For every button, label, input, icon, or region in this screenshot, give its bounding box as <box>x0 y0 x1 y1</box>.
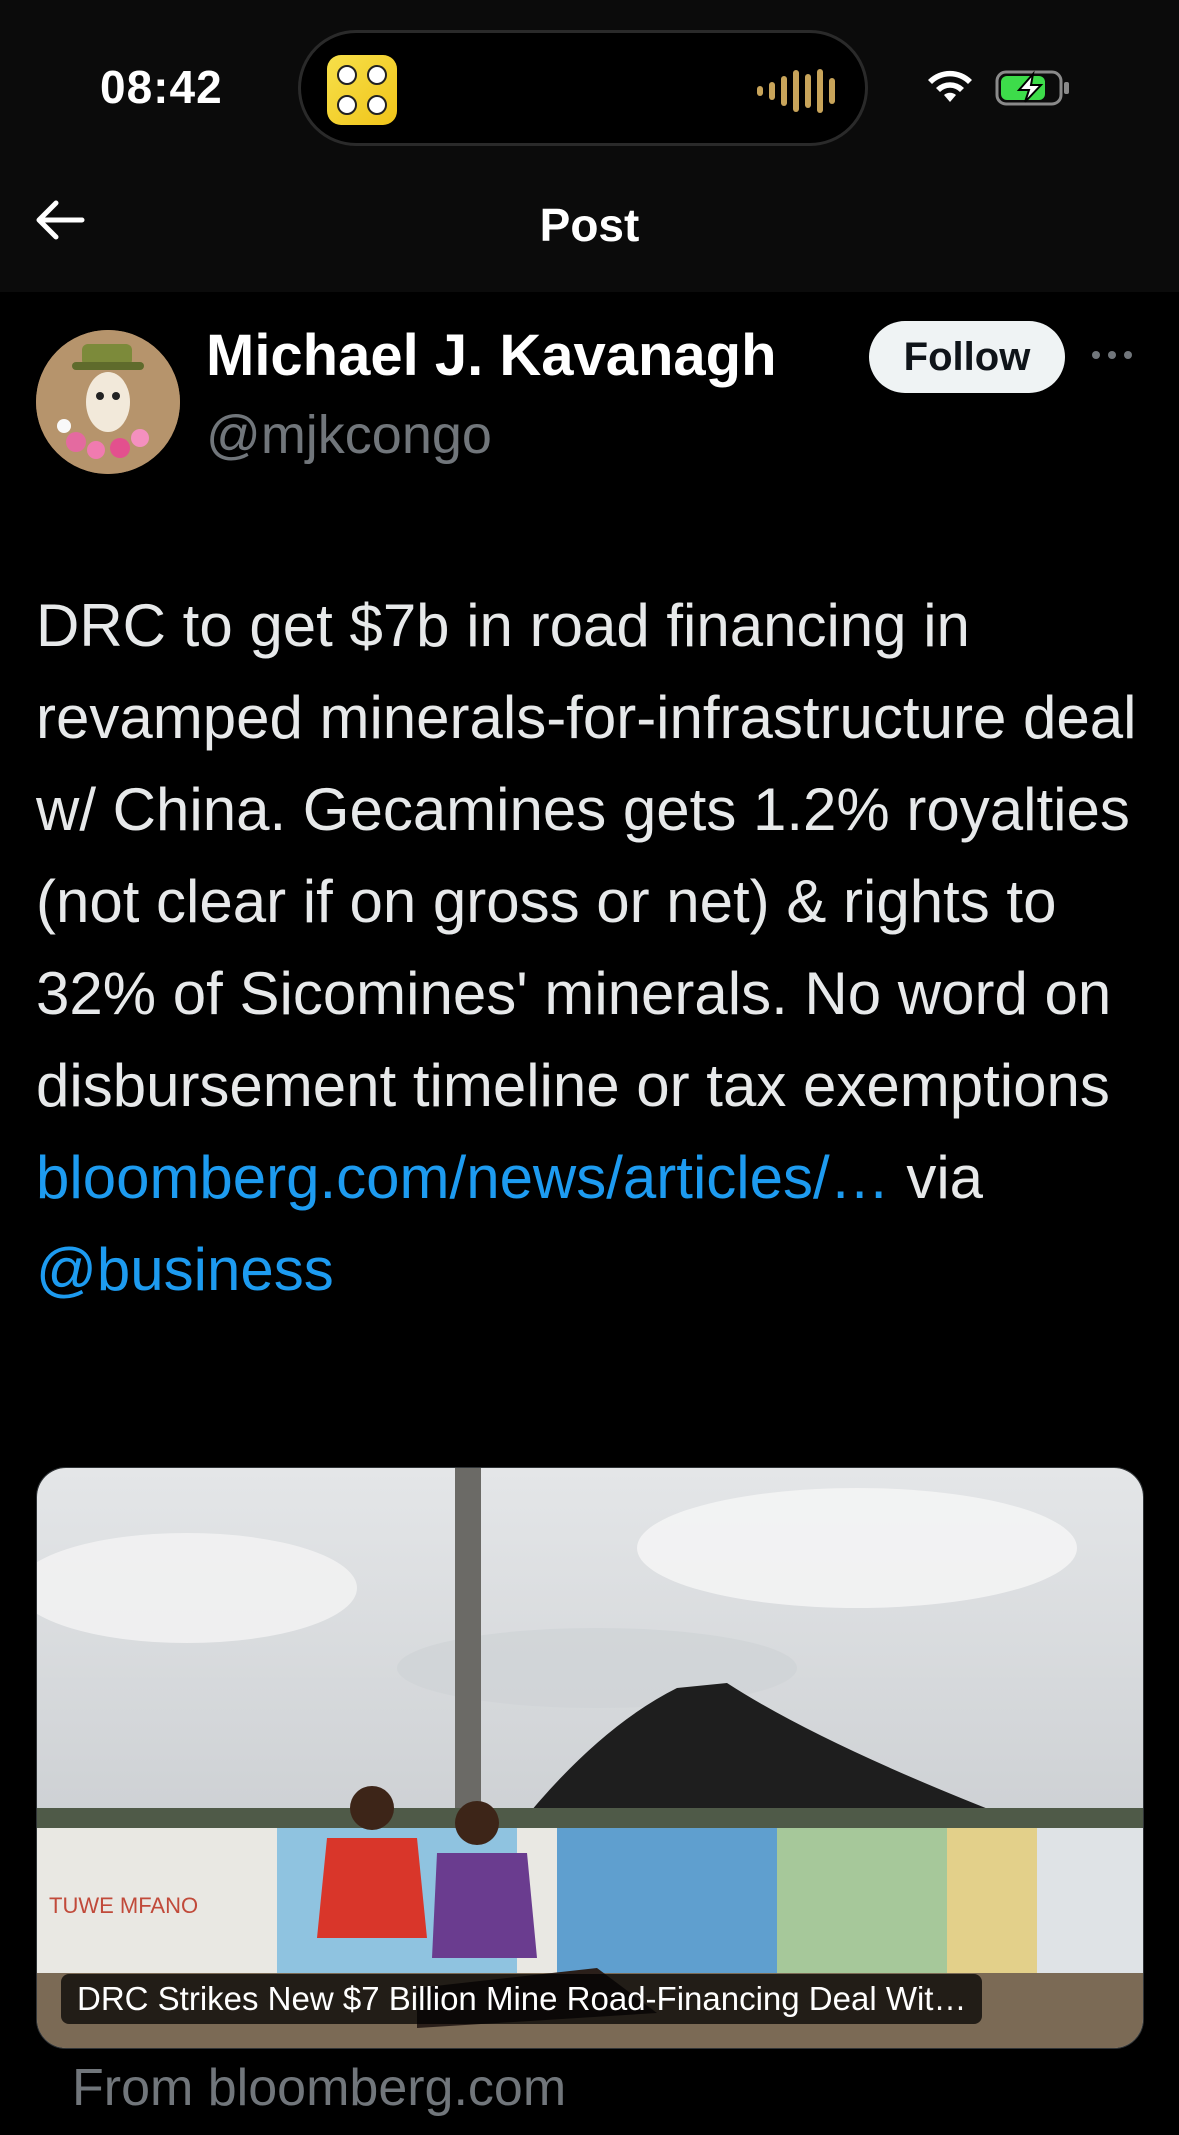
status-time: 08:42 <box>100 61 223 113</box>
card-source: From bloomberg.com <box>72 2059 567 2117</box>
avatar[interactable] <box>36 330 180 474</box>
via-text: via <box>906 1144 984 1211</box>
wifi-icon <box>928 70 972 102</box>
page-title: Post <box>539 199 640 251</box>
nav-bar: Post <box>0 150 1179 292</box>
status-bar: 08:42 <box>0 0 1179 150</box>
battery-charging-icon <box>995 70 1069 106</box>
audio-waveform-icon <box>757 69 835 113</box>
card-title: DRC Strikes New $7 Billion Mine Road-Fin… <box>61 1974 983 2024</box>
more-options-icon[interactable] <box>1092 340 1138 370</box>
author-handle[interactable]: @mjkcongo <box>206 404 492 466</box>
article-link[interactable]: bloomberg.com/news/articles/… <box>36 1144 890 1211</box>
article-image: TUWE MFANO <box>37 1468 1143 2048</box>
tweet-body: DRC to get $7b in road financing in reva… <box>36 592 1137 1119</box>
tweet-text: DRC to get $7b in road financing in reva… <box>36 580 1146 1316</box>
author-name[interactable]: Michael J. Kavanagh <box>206 322 777 389</box>
follow-button[interactable]: Follow <box>869 321 1065 393</box>
link-preview-card[interactable]: TUWE MFANO DRC Strikes New $7 Billion Mi… <box>36 1467 1144 2049</box>
mural-sign-text: TUWE MFANO <box>49 1893 198 1918</box>
dynamic-island[interactable] <box>298 30 868 146</box>
mention-link[interactable]: @business <box>36 1236 334 1303</box>
now-playing-artwork <box>327 55 397 125</box>
